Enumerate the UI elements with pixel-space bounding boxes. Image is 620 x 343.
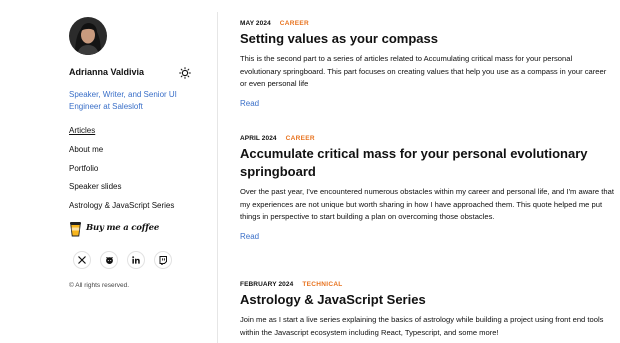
nav-item-astrology-series[interactable]: Astrology & JavaScript Series [69,201,209,211]
article-excerpt: Join me as I start a live series explain… [240,315,604,337]
article-card: APRIL 2024 CAREER Accumulate critical mas… [240,135,615,241]
avatar[interactable] [69,17,107,55]
article-category[interactable]: CAREER [280,20,309,27]
buy-me-a-coffee-button[interactable]: Buy me a coffee [69,221,209,237]
article-meta: APRIL 2024 CAREER [240,135,615,142]
article-excerpt: Over the past year, I've encountered num… [240,187,614,221]
nav-item-articles[interactable]: Articles [69,126,209,136]
read-link[interactable]: Read [240,232,615,241]
buy-me-a-coffee-label: Buy me a coffee [86,223,160,234]
article-date: APRIL 2024 [240,135,277,142]
sun-icon[interactable] [179,66,191,79]
article-title[interactable]: Astrology & JavaScript Series [240,291,615,309]
profile-role: Speaker, Writer, and Senior UI Engineer … [69,90,177,111]
article-title[interactable]: Setting values as your compass [240,30,615,48]
article-date: MAY 2024 [240,20,271,27]
linkedin-icon[interactable] [127,251,145,270]
twitch-icon[interactable] [154,251,172,270]
copyright: © All rights reserved. [69,282,130,290]
nav-item-about[interactable]: About me [69,145,209,155]
social-links [69,251,209,270]
article-title[interactable]: Accumulate critical mass for your person… [240,145,615,181]
nav-item-speaker-slides[interactable]: Speaker slides [69,182,209,192]
sidebar-divider [217,12,218,343]
nav-item-portfolio[interactable]: Portfolio [69,164,209,174]
article-excerpt: This is the second part to a series of a… [240,54,607,88]
coffee-cup-icon [69,221,82,242]
read-link[interactable]: Read [240,99,615,108]
article-category[interactable]: TECHNICAL [302,281,342,288]
article-meta: MAY 2024 CAREER [240,20,615,27]
sidebar-nav: Articles About me Portfolio Speaker slid… [69,126,209,211]
article-card: MAY 2024 CAREER Setting values as your co… [240,20,615,108]
article-card: FEBRUARY 2024 TECHNICAL Astrology & JavaS… [240,281,615,339]
article-meta: FEBRUARY 2024 TECHNICAL [240,281,615,288]
x-icon[interactable] [73,251,91,270]
github-icon[interactable] [100,251,118,270]
article-category[interactable]: CAREER [286,135,315,142]
article-date: FEBRUARY 2024 [240,281,294,288]
sidebar: Adrianna Valdivia Speaker, Writer, and S… [69,17,209,289]
